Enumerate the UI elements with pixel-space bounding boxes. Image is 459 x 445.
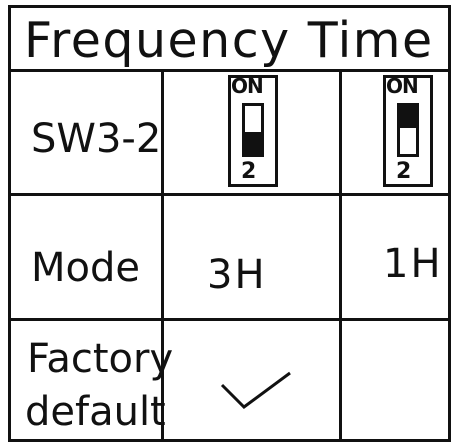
- mode-value-1h: 1H: [383, 241, 443, 287]
- border-bottom: [8, 439, 451, 442]
- dip-number: 2: [241, 159, 257, 184]
- row-divider-1: [8, 69, 451, 72]
- table-title: Frequency Time: [24, 12, 434, 69]
- row-label-factory-line2: default: [25, 389, 166, 435]
- row-divider-2: [8, 193, 451, 196]
- row-label-factory-line1: Factory: [27, 336, 174, 382]
- row-label-switch: SW3-2: [31, 116, 162, 162]
- mode-value-3h: 3H: [207, 252, 267, 298]
- check-icon: [220, 371, 291, 409]
- dip-on-label: ON: [231, 74, 264, 98]
- row-label-mode: Mode: [31, 245, 140, 291]
- border-top: [8, 5, 451, 8]
- col-divider-2: [339, 69, 342, 442]
- dip-on-label: ON: [386, 74, 419, 98]
- dip-knob: [245, 132, 261, 154]
- dip-switch-icon: ON 2: [383, 75, 433, 187]
- dip-number: 2: [396, 159, 412, 184]
- row-divider-3: [8, 318, 451, 321]
- col-divider-1: [161, 69, 164, 442]
- dip-switch-icon: ON 2: [228, 75, 278, 187]
- dip-slot: [397, 103, 419, 157]
- dip-knob: [400, 106, 416, 128]
- dip-slot: [242, 103, 264, 157]
